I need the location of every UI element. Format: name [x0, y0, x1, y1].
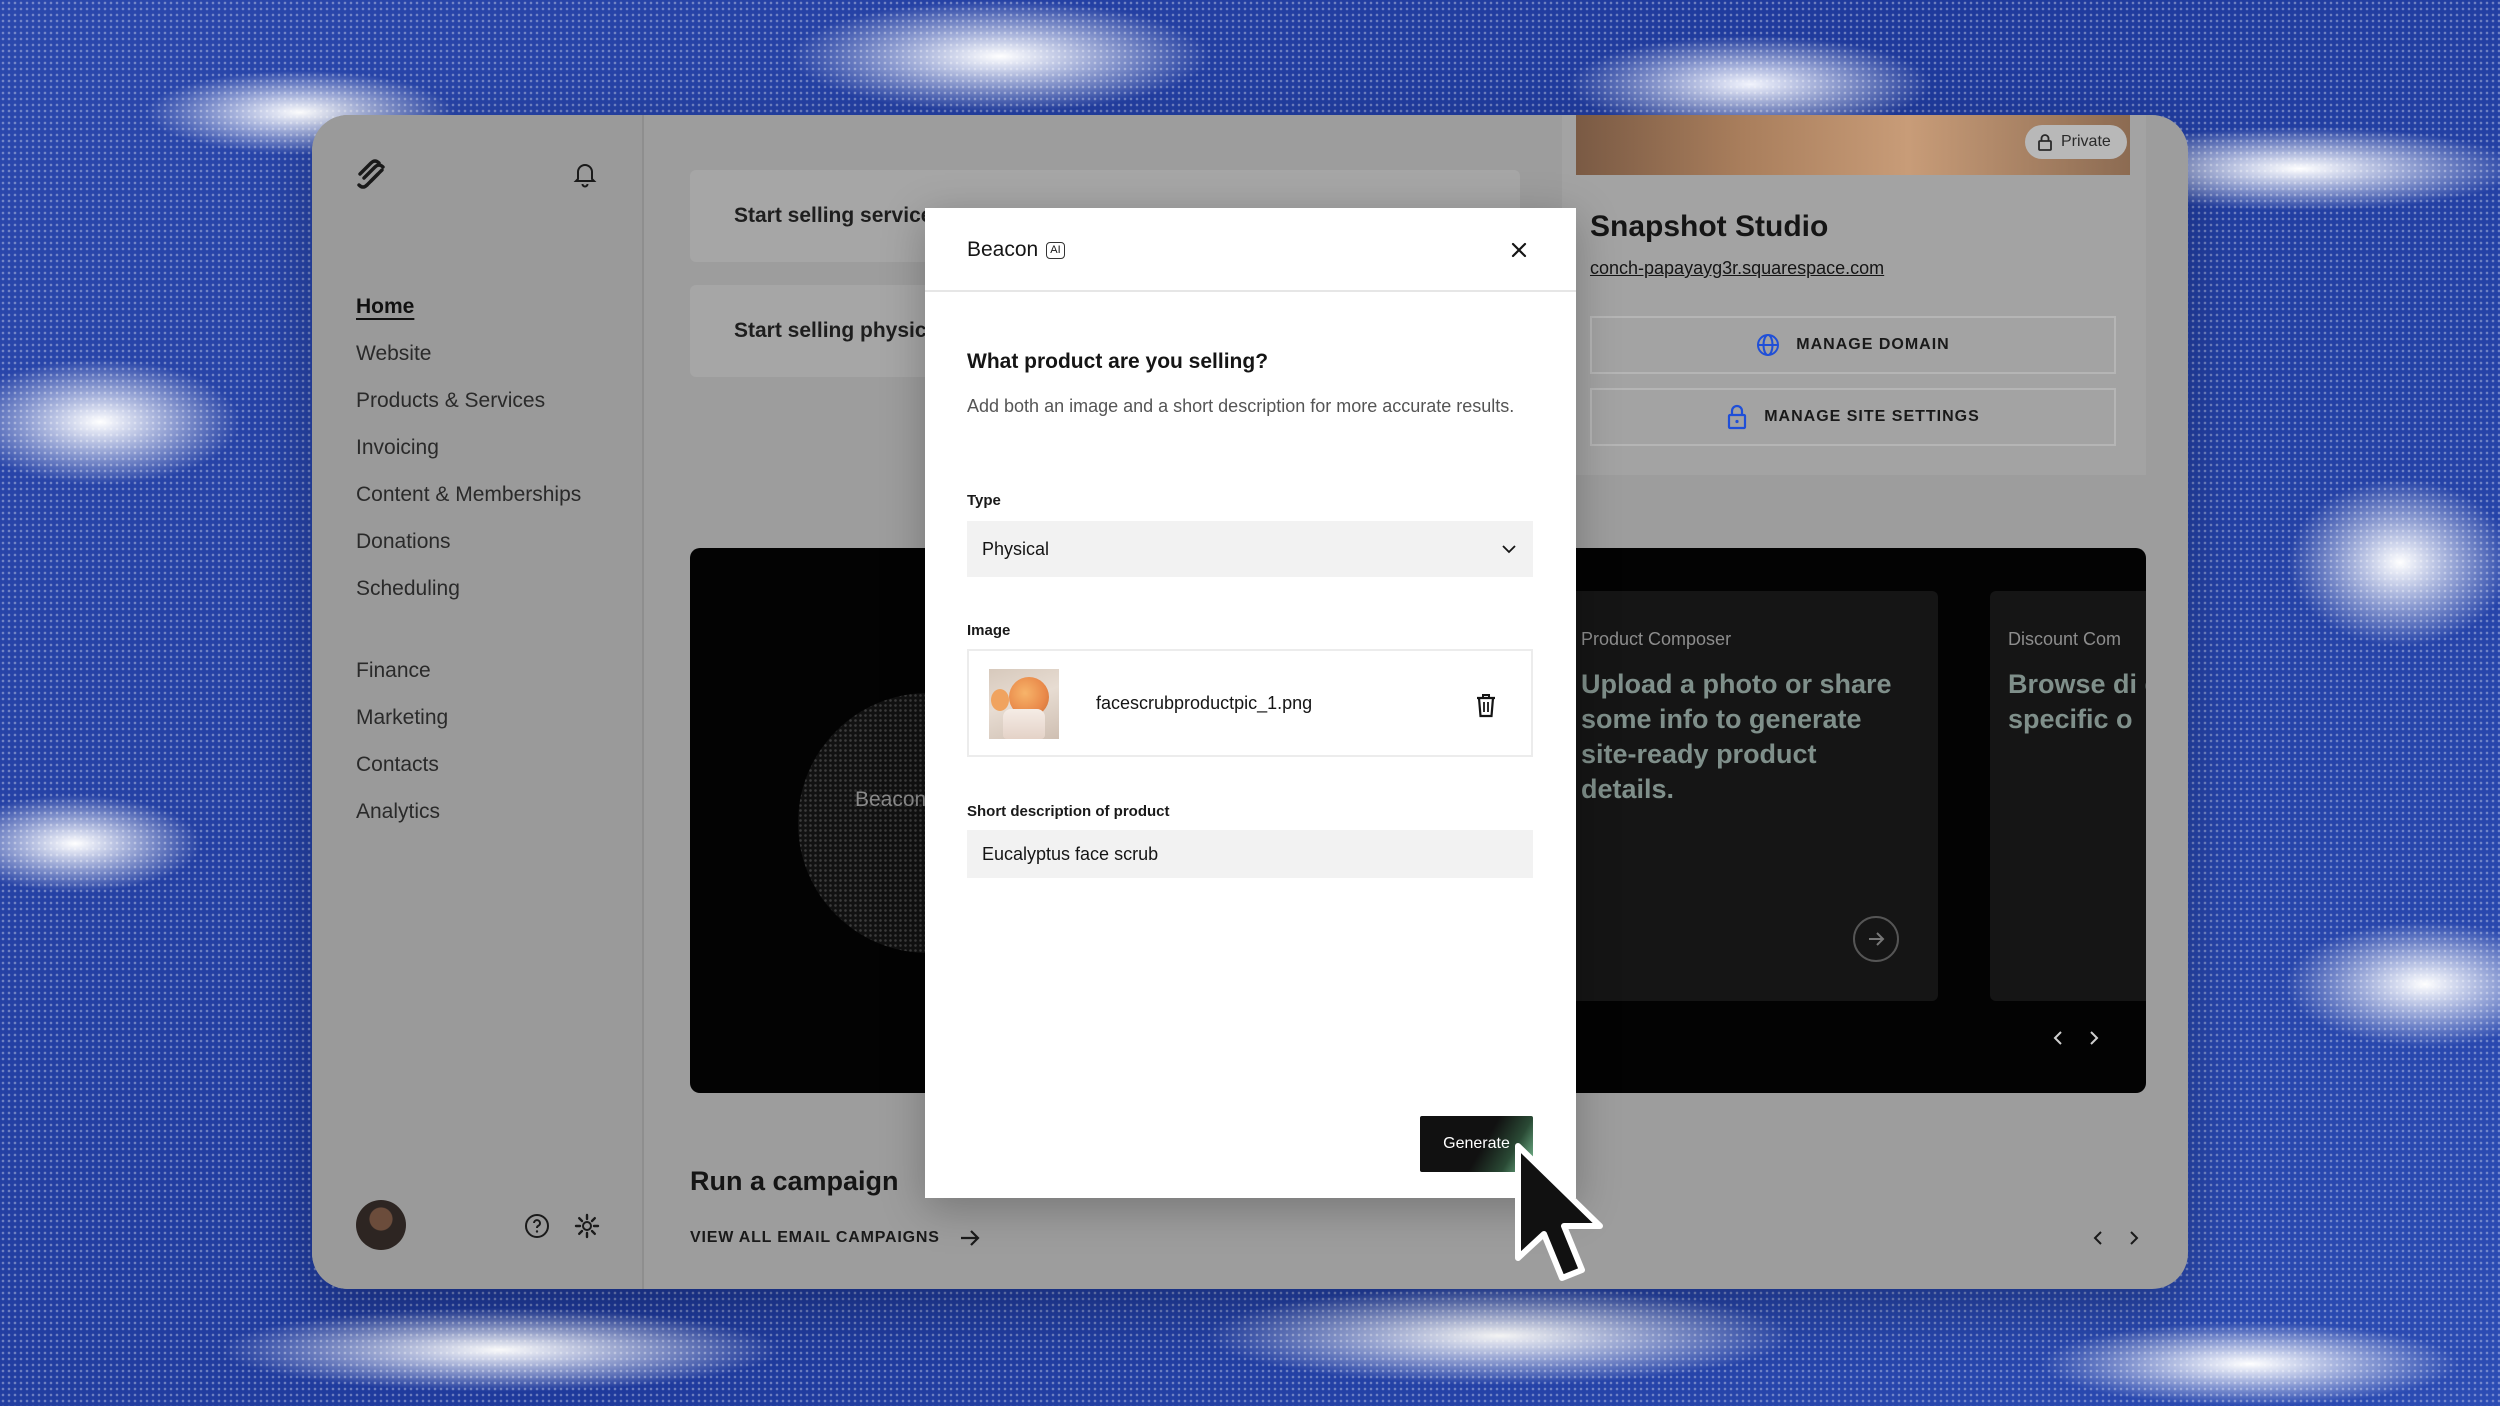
feature-text: Browse di designed specific o: [2008, 669, 2146, 734]
chevron-left-icon[interactable]: [2086, 1226, 2110, 1250]
image-upload-field[interactable]: facescrubproductpic_1.png: [967, 649, 1533, 757]
beacon-orb-label: Beacon: [855, 788, 927, 811]
sidebar-item-contacts[interactable]: Contacts: [356, 741, 581, 788]
private-badge[interactable]: Private: [2025, 125, 2127, 159]
sidebar-item-finance[interactable]: Finance: [356, 647, 581, 694]
arrow-right-icon: [960, 1230, 980, 1246]
dialog-title-text: Beacon: [967, 238, 1039, 261]
sidebar-item-analytics[interactable]: Analytics: [356, 788, 581, 835]
sidebar-item-donations[interactable]: Donations: [356, 518, 581, 565]
sidebar-item-home[interactable]: Home: [356, 283, 581, 330]
type-select[interactable]: Physical: [967, 521, 1533, 577]
view-all-email-campaigns-link[interactable]: VIEW ALL EMAIL CAMPAIGNS: [690, 1226, 982, 1250]
private-label: Private: [2061, 133, 2111, 150]
arrow-right-icon[interactable]: [1853, 916, 1899, 962]
chevron-right-icon[interactable]: [2122, 1226, 2146, 1250]
product-composer-card[interactable]: Product Composer Upload a photo or share…: [1563, 591, 1938, 1001]
site-title: Snapshot Studio: [1590, 210, 1829, 243]
sidebar-item-content-memberships[interactable]: Content & Memberships: [356, 471, 581, 518]
dialog-title: Beacon AI: [967, 238, 1065, 262]
trash-icon: [1477, 694, 1495, 718]
campaign-section-title: Run a campaign: [690, 1166, 899, 1196]
close-button[interactable]: [1503, 234, 1535, 266]
mouse-cursor-icon: [1515, 1143, 1603, 1281]
sidebar-item-products-services[interactable]: Products & Services: [356, 377, 581, 424]
chevron-right-icon[interactable]: [2082, 1026, 2106, 1050]
description-label: Short description of product: [967, 803, 1170, 820]
chevron-left-icon[interactable]: [2046, 1026, 2070, 1050]
globe-icon: [1757, 334, 1780, 356]
campaign-link-label: VIEW ALL EMAIL CAMPAIGNS: [690, 1229, 940, 1246]
thumb-slice: [991, 689, 1009, 711]
discount-composer-card[interactable]: Discount Com Browse di designed specific…: [1990, 591, 2146, 1001]
feature-kicker: Product Composer: [1581, 629, 1732, 649]
bell-icon[interactable]: [570, 159, 600, 189]
description-input[interactable]: [967, 830, 1533, 878]
feature-text: Upload a photo or share some info to gen…: [1581, 669, 1892, 804]
squarespace-logo-icon[interactable]: [354, 157, 388, 191]
sidebar-item-marketing[interactable]: Marketing: [356, 694, 581, 741]
sidebar-item-invoicing[interactable]: Invoicing: [356, 424, 581, 471]
product-image-thumbnail: [989, 669, 1059, 739]
ai-badge: AI: [1046, 241, 1065, 259]
feature-kicker: Discount Com: [2008, 629, 2122, 649]
lock-icon: [1728, 404, 1747, 430]
type-label: Type: [967, 492, 1001, 509]
sidebar: Home Website Products & Services Invoici…: [312, 115, 644, 1289]
sidebar-item-scheduling[interactable]: Scheduling: [356, 565, 581, 612]
gear-icon[interactable]: [574, 1213, 600, 1239]
manage-domain-label: MANAGE DOMAIN: [1796, 336, 1950, 353]
manage-site-settings-label: MANAGE SITE SETTINGS: [1764, 408, 1980, 425]
image-filename: facescrubproductpic_1.png: [1096, 693, 1313, 713]
lock-icon: [2038, 134, 2052, 151]
thumb-jar: [1003, 709, 1045, 739]
dialog-header: Beacon AI: [925, 208, 1576, 292]
dialog-question: What product are you selling?: [967, 350, 1269, 373]
manage-site-settings-button[interactable]: MANAGE SITE SETTINGS: [1590, 388, 2116, 446]
sidebar-item-website[interactable]: Website: [356, 330, 581, 377]
image-label: Image: [967, 622, 1011, 639]
user-avatar[interactable]: [356, 1200, 406, 1250]
beacon-ai-dialog: Beacon AI What product are you selling? …: [925, 208, 1576, 1198]
type-select-value: Physical: [982, 538, 1050, 559]
help-icon[interactable]: [524, 1213, 550, 1239]
delete-image-button[interactable]: [1472, 691, 1500, 719]
manage-domain-button[interactable]: MANAGE DOMAIN: [1590, 316, 2116, 374]
sidebar-nav: Home Website Products & Services Invoici…: [356, 283, 581, 835]
dialog-subtitle: Add both an image and a short descriptio…: [967, 396, 1515, 416]
close-icon: [1511, 242, 1527, 258]
chevron-down-icon: [1502, 545, 1516, 554]
site-url-link[interactable]: conch-papayayg3r.squarespace.com: [1590, 258, 1884, 279]
